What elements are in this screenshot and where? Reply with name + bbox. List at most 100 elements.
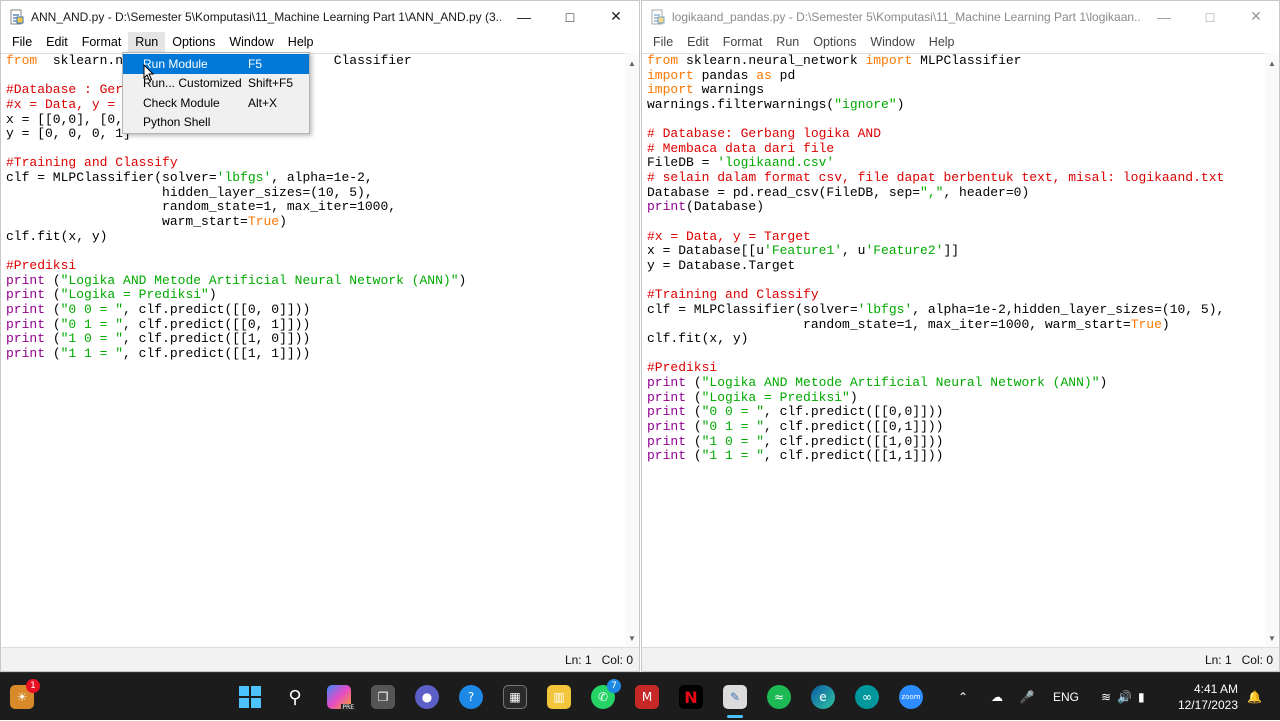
code-line[interactable]: print ("1 1 = ", clf.predict([[1, 1]])) <box>6 346 639 362</box>
code-line[interactable]: warm_start=True) <box>6 214 639 230</box>
code-line[interactable]: random_state=1, max_iter=1000, warm_star… <box>647 317 1279 333</box>
menu-run[interactable]: Run <box>769 32 806 52</box>
weather-widget-icon[interactable]: ☀ 1 <box>10 679 40 709</box>
code-line[interactable]: # Membaca data dari file <box>647 141 1279 157</box>
code-line[interactable]: x = [[0,0], [0, <box>6 112 639 128</box>
code-text[interactable]: from sklearn.ne Classifier #Database : G… <box>1 54 639 361</box>
spotify-icon[interactable]: ≈ <box>767 685 791 709</box>
mcafee-icon[interactable]: M <box>635 685 659 709</box>
code-line[interactable]: print ("0 1 = ", clf.predict([[0,1]])) <box>647 419 1279 435</box>
code-line[interactable]: print ("Logika AND Metode Artificial Neu… <box>6 273 639 289</box>
menu-options[interactable]: Options <box>165 32 222 52</box>
code-line[interactable]: from sklearn.neural_network import MLPCl… <box>647 54 1279 69</box>
menu-file[interactable]: File <box>646 32 680 52</box>
code-line[interactable] <box>647 347 1279 362</box>
code-line[interactable]: #x = Data, y = Target <box>647 229 1279 245</box>
microphone-icon[interactable]: 🎤 <box>1019 690 1035 704</box>
file-explorer-icon[interactable]: ▥ <box>547 685 571 709</box>
zoom-icon[interactable]: zoom <box>899 685 923 709</box>
check-module-item[interactable]: Check Module Alt+X <box>123 93 309 113</box>
code-line[interactable] <box>647 215 1279 230</box>
code-editor[interactable]: from sklearn.neural_network import MLPCl… <box>642 53 1279 647</box>
python-shell-item[interactable]: Python Shell <box>123 113 309 133</box>
menu-format[interactable]: Format <box>75 32 129 52</box>
python-idle-icon[interactable]: ✎ <box>723 685 747 718</box>
menu-help[interactable]: Help <box>281 32 321 52</box>
code-line[interactable]: clf.fit(x, y) <box>6 229 639 245</box>
code-line[interactable]: print ("0 0 = ", clf.predict([[0, 0]])) <box>6 302 639 318</box>
title-bar[interactable]: ANN_AND.py - D:\Semester 5\Komputasi\11_… <box>1 1 639 32</box>
code-line[interactable]: from sklearn.ne Classifier <box>6 54 639 69</box>
code-line[interactable]: clf = MLPClassifier(solver='lbfgs', alph… <box>647 302 1279 318</box>
code-line[interactable]: #Prediksi <box>647 361 1279 376</box>
code-line[interactable]: print ("1 0 = ", clf.predict([[1, 0]])) <box>6 331 639 347</box>
code-line[interactable]: #Training and Classify <box>647 287 1279 303</box>
code-line[interactable]: import pandas as pd <box>647 68 1279 84</box>
code-line[interactable]: x = Database[[u'Feature1', u'Feature2']] <box>647 244 1279 259</box>
code-text[interactable]: from sklearn.neural_network import MLPCl… <box>642 54 1279 464</box>
maximize-icon[interactable]: □ <box>547 1 593 32</box>
start-button-icon[interactable] <box>238 685 262 709</box>
whatsapp-icon[interactable]: ✆ 7 <box>591 679 621 709</box>
edge-browser-icon[interactable]: e <box>811 685 835 709</box>
language-indicator[interactable]: ENG <box>1053 690 1079 704</box>
code-line[interactable]: warnings.filterwarnings("ignore") <box>647 97 1279 113</box>
close-icon[interactable]: ✕ <box>593 1 639 32</box>
battery-icon[interactable]: ▮ <box>1138 690 1145 704</box>
maximize-icon[interactable]: □ <box>1187 1 1233 32</box>
netflix-icon[interactable]: N <box>679 685 703 709</box>
code-line[interactable]: print ("Logika = Prediksi") <box>647 390 1279 406</box>
code-line[interactable]: hidden_layer_sizes=(10, 5), <box>6 185 639 201</box>
code-line[interactable]: FileDB = 'logikaand.csv' <box>647 156 1279 171</box>
code-line[interactable]: # Database: Gerbang logika AND <box>647 126 1279 142</box>
task-view-icon[interactable]: ❐ <box>371 685 395 709</box>
code-line[interactable]: Database = pd.read_csv(FileDB, sep=",", … <box>647 185 1279 201</box>
code-line[interactable]: print ("0 1 = ", clf.predict([[0, 1]])) <box>6 317 639 333</box>
code-line[interactable]: random_state=1, max_iter=1000, <box>6 200 639 215</box>
search-icon[interactable]: ⚲ <box>283 685 307 709</box>
code-line[interactable]: clf.fit(x, y) <box>647 331 1279 347</box>
menu-file[interactable]: File <box>5 32 39 52</box>
wifi-icon[interactable]: ≋ <box>1101 690 1111 704</box>
menu-help[interactable]: Help <box>922 32 962 52</box>
code-line[interactable] <box>6 244 639 259</box>
scroll-up-icon[interactable]: ▲ <box>1268 59 1276 68</box>
notification-bell-icon[interactable]: 🔔 <box>1247 673 1262 721</box>
code-line[interactable]: #x = Data, y = <box>6 97 639 113</box>
idle-editor-window-right[interactable]: logikaand_pandas.py - D:\Semester 5\Komp… <box>641 0 1280 672</box>
code-line[interactable]: y = Database.Target <box>647 258 1279 274</box>
code-line[interactable]: #Database : Ger <box>6 82 639 98</box>
code-line[interactable] <box>6 142 639 157</box>
scroll-down-icon[interactable]: ▼ <box>1268 634 1276 643</box>
code-line[interactable]: print ("Logika AND Metode Artificial Neu… <box>647 375 1279 391</box>
menu-format[interactable]: Format <box>716 32 770 52</box>
teams-chat-icon[interactable]: ● <box>415 685 439 709</box>
code-line[interactable]: print ("1 1 = ", clf.predict([[1,1]])) <box>647 448 1279 464</box>
minimize-icon[interactable]: — <box>1141 1 1187 32</box>
code-line[interactable]: print ("1 0 = ", clf.predict([[1,0]])) <box>647 434 1279 450</box>
code-line[interactable]: print(Database) <box>647 200 1279 215</box>
code-line[interactable] <box>647 113 1279 128</box>
code-line[interactable]: print ("0 0 = ", clf.predict([[0,0]])) <box>647 405 1279 420</box>
idle-editor-window-left[interactable]: ANN_AND.py - D:\Semester 5\Komputasi\11_… <box>0 0 640 672</box>
code-editor[interactable]: from sklearn.ne Classifier #Database : G… <box>1 53 639 647</box>
title-bar[interactable]: logikaand_pandas.py - D:\Semester 5\Komp… <box>642 1 1279 32</box>
clock[interactable]: 4:41 AM 12/17/2023 <box>1178 681 1238 713</box>
menu-run[interactable]: Run <box>128 32 166 52</box>
code-line[interactable]: # selain dalam format csv, file dapat be… <box>647 170 1279 186</box>
code-line[interactable]: #Prediksi <box>6 258 639 274</box>
arduino-icon[interactable]: ∞ <box>855 685 879 709</box>
close-icon[interactable]: ✕ <box>1233 1 1279 32</box>
code-line[interactable]: #Training and Classify <box>6 156 639 171</box>
copilot-icon[interactable]: PRE <box>327 685 355 711</box>
code-line[interactable]: import warnings <box>647 82 1279 98</box>
menu-window[interactable]: Window <box>863 32 921 52</box>
code-line[interactable]: y = [0, 0, 0, 1] <box>6 126 639 142</box>
help-icon[interactable]: ? <box>459 685 483 709</box>
chevron-up-icon[interactable]: ⌃ <box>955 690 971 704</box>
microsoft-store-icon[interactable]: ▦ <box>503 685 527 709</box>
scroll-up-icon[interactable]: ▲ <box>628 59 636 68</box>
code-line[interactable]: print ("Logika = Prediksi") <box>6 287 639 303</box>
vertical-scrollbar[interactable]: ▲ ▼ <box>625 53 639 647</box>
minimize-icon[interactable]: — <box>501 1 547 32</box>
